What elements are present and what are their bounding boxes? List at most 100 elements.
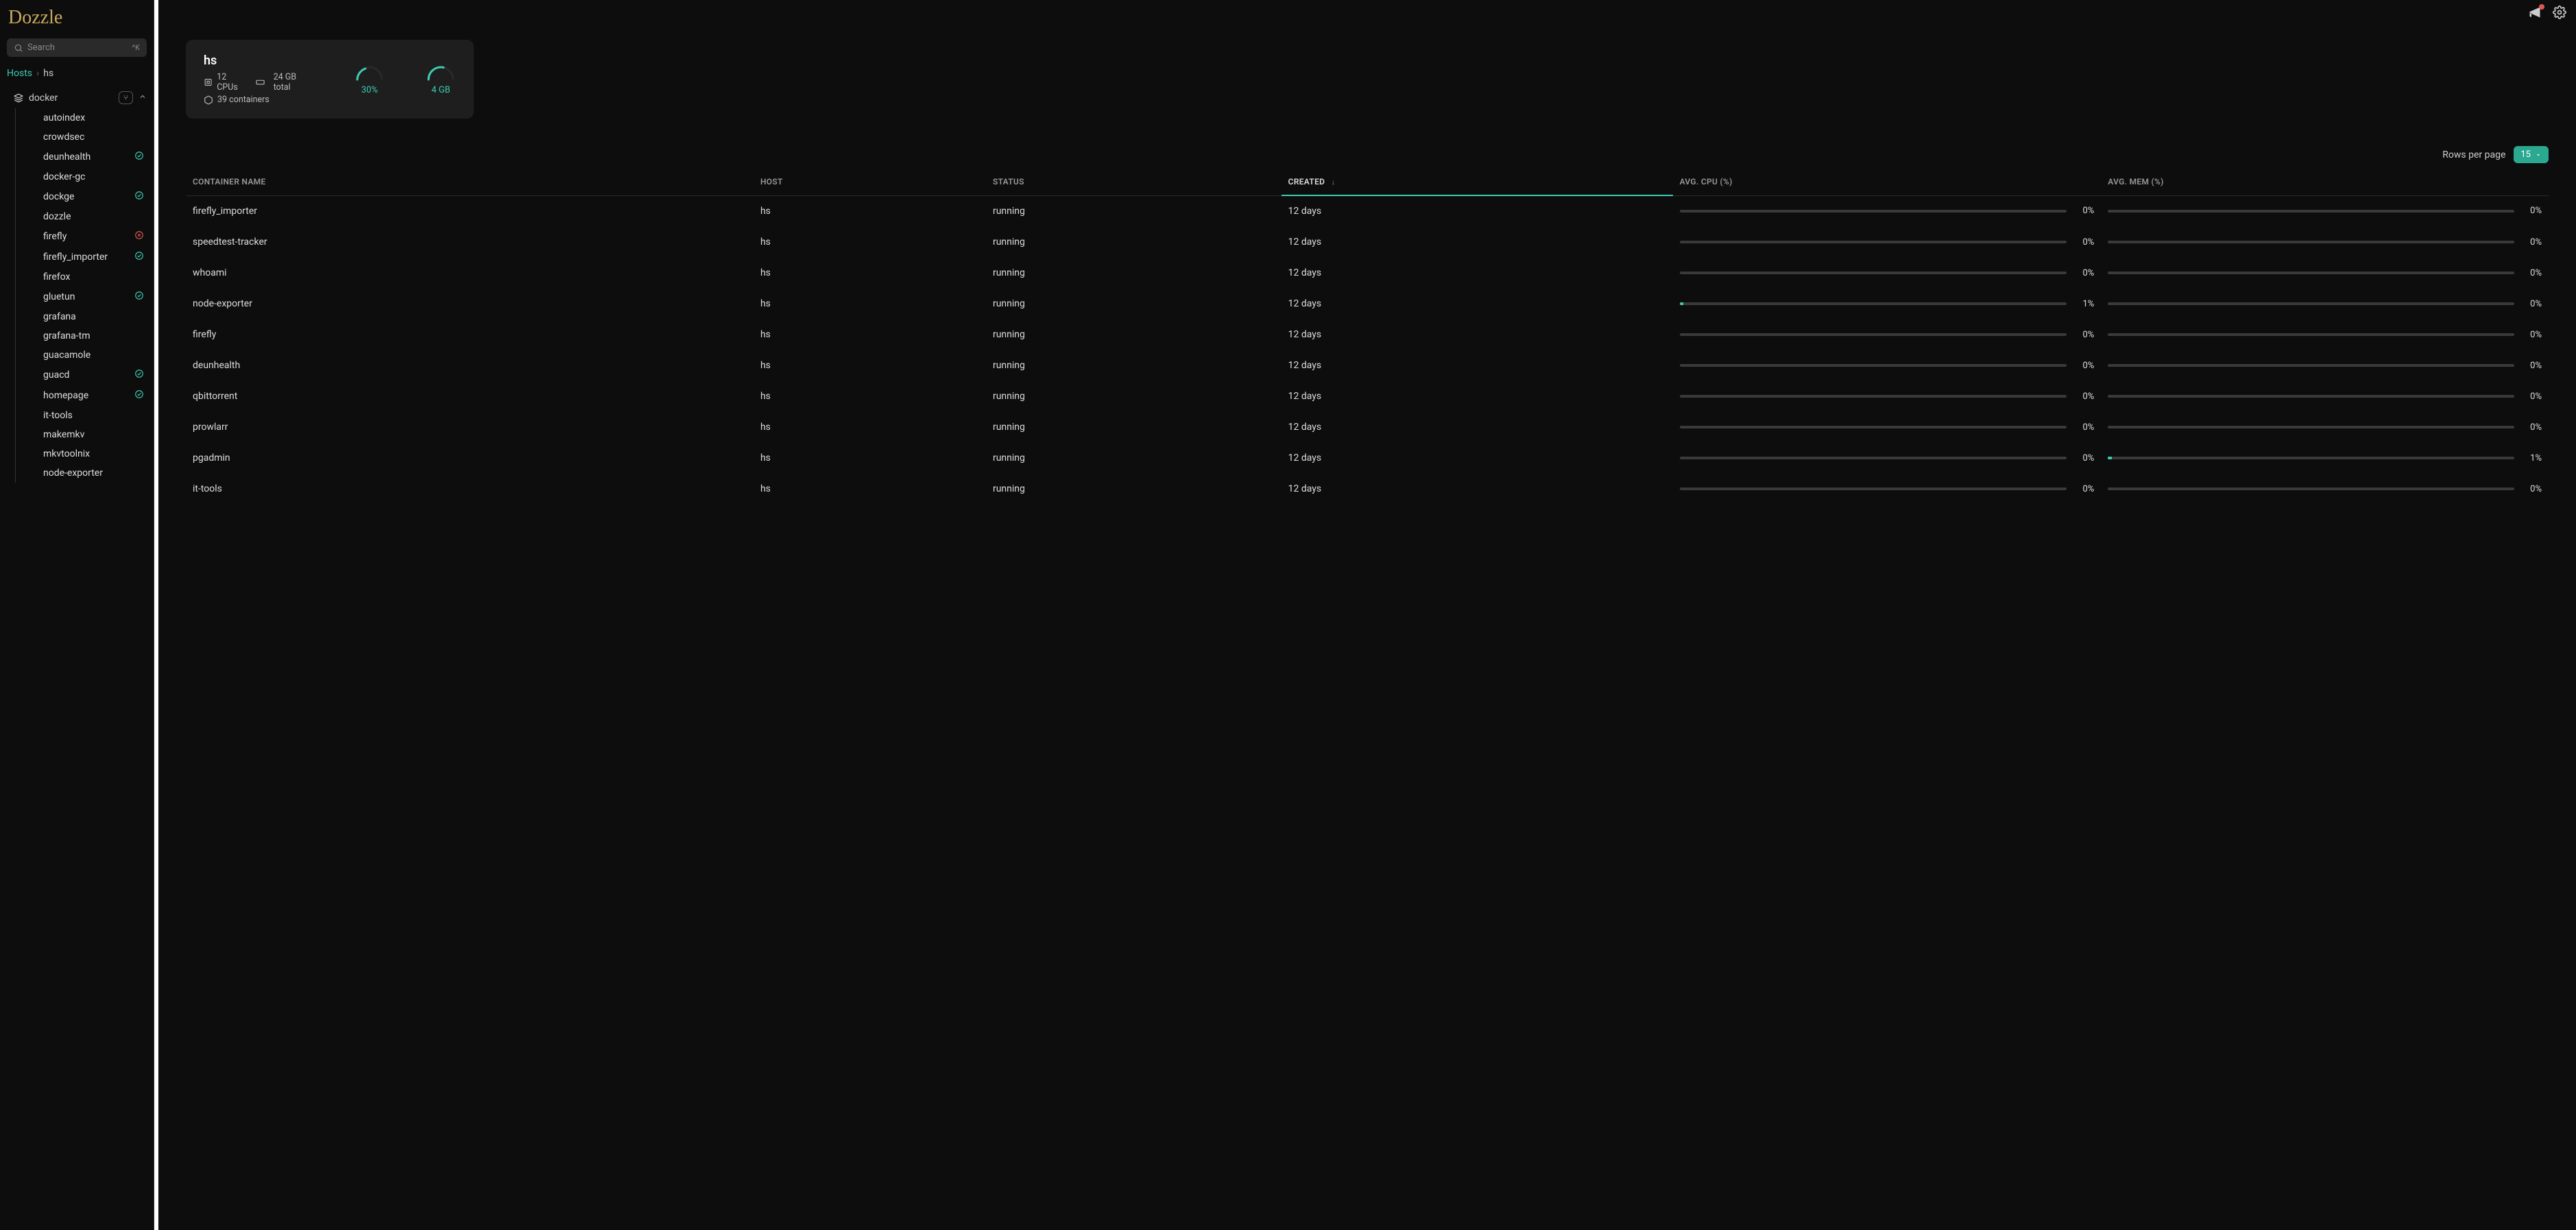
cell-host: hs — [754, 289, 986, 319]
cell-status: running — [986, 443, 1281, 474]
cell-cpu: 0% — [1673, 474, 2102, 505]
cell-host: hs — [754, 443, 986, 474]
sidebar-item-node-exporter[interactable]: node-exporter — [29, 463, 154, 483]
cell-cpu: 0% — [1673, 195, 2102, 227]
sidebar-item-gluetun[interactable]: gluetun — [29, 287, 154, 307]
rows-per-page-select[interactable]: 15 — [2514, 146, 2549, 163]
cell-cpu: 0% — [1673, 350, 2102, 381]
announcements-icon[interactable] — [2528, 5, 2542, 22]
progress-bar — [2108, 457, 2514, 459]
sidebar-item-firefox[interactable]: firefox — [29, 267, 154, 287]
sidebar-item-firefly[interactable]: firefly — [29, 226, 154, 247]
pct-value: 0% — [2073, 206, 2094, 216]
sidebar-item-label: homepage — [43, 390, 88, 401]
col-mem[interactable]: AVG. MEM (%) — [2101, 169, 2549, 195]
sidebar-item-firefly_importer[interactable]: firefly_importer — [29, 247, 154, 267]
cell-created: 12 days — [1281, 443, 1673, 474]
sidebar-item-label: guacamole — [43, 350, 91, 361]
table-row[interactable]: deunhealthhsrunning12 days0%0% — [186, 350, 2549, 381]
cell-status: running — [986, 381, 1281, 412]
progress-bar — [2108, 364, 2514, 367]
sidebar-item-guacamole[interactable]: guacamole — [29, 346, 154, 365]
table-row[interactable]: qbittorrenthsrunning12 days0%0% — [186, 381, 2549, 412]
main-content: hs 12 CPUs 24 GB total 39 containers — [158, 0, 2576, 1230]
mem-gauge-label: 4 GB — [431, 85, 450, 95]
search-input[interactable]: Search ^K — [7, 38, 147, 57]
mem-gauge: 4 GB — [426, 63, 456, 95]
sidebar-item-grafana-tm[interactable]: grafana-tm — [29, 326, 154, 346]
table-row[interactable]: fireflyhsrunning12 days0%0% — [186, 319, 2549, 350]
table-row[interactable]: node-exporterhsrunning12 days1%0% — [186, 289, 2549, 319]
sidebar-item-makemkv[interactable]: makemkv — [29, 425, 154, 444]
cell-cpu: 0% — [1673, 227, 2102, 258]
table-row[interactable]: whoamihsrunning12 days0%0% — [186, 258, 2549, 289]
cell-name: it-tools — [186, 474, 754, 505]
host-mem-total: 24 GB total — [274, 72, 313, 93]
sidebar-item-homepage[interactable]: homepage — [29, 385, 154, 406]
pct-value: 0% — [2073, 422, 2094, 433]
col-cpu[interactable]: AVG. CPU (%) — [1673, 169, 2102, 195]
sidebar-item-autoindex[interactable]: autoindex — [29, 108, 154, 128]
col-container-name[interactable]: CONTAINER NAME — [186, 169, 754, 195]
cell-cpu: 1% — [1673, 289, 2102, 319]
cell-created: 12 days — [1281, 474, 1673, 505]
cell-name: pgadmin — [186, 443, 754, 474]
merge-badge[interactable]: ⑂ — [119, 91, 133, 104]
cell-status: running — [986, 258, 1281, 289]
sidebar-item-it-tools[interactable]: it-tools — [29, 406, 154, 425]
sidebar-item-label: docker-gc — [43, 171, 85, 182]
host-cpus: 12 CPUs — [217, 72, 248, 93]
sidebar-item-guacd[interactable]: guacd — [29, 365, 154, 385]
app-logo[interactable]: Dozzle — [0, 0, 154, 38]
table-row[interactable]: prowlarrhsrunning12 days0%0% — [186, 412, 2549, 443]
table-row[interactable]: it-toolshsrunning12 days0%0% — [186, 474, 2549, 505]
cell-name: firefly — [186, 319, 754, 350]
rows-per-page-value: 15 — [2520, 149, 2531, 160]
settings-icon[interactable] — [2553, 5, 2566, 22]
sidebar-item-grafana[interactable]: grafana — [29, 307, 154, 326]
pct-value: 0% — [2521, 299, 2542, 309]
progress-bar — [1680, 457, 2067, 459]
cell-name: whoami — [186, 258, 754, 289]
cell-cpu: 0% — [1673, 412, 2102, 443]
progress-bar — [2108, 272, 2514, 274]
cell-status: running — [986, 474, 1281, 505]
cpu-icon — [204, 77, 213, 87]
check-circle-icon — [134, 291, 144, 303]
cell-mem: 0% — [2101, 412, 2549, 443]
check-circle-icon — [134, 251, 144, 263]
cell-created: 12 days — [1281, 319, 1673, 350]
x-circle-icon — [134, 230, 144, 243]
col-host[interactable]: HOST — [754, 169, 986, 195]
cell-mem: 0% — [2101, 289, 2549, 319]
col-created[interactable]: CREATED ↓ — [1281, 169, 1673, 195]
sidebar-item-mkvtoolnix[interactable]: mkvtoolnix — [29, 444, 154, 463]
sidebar-item-label: it-tools — [43, 410, 73, 421]
cell-created: 12 days — [1281, 350, 1673, 381]
table-row[interactable]: pgadminhsrunning12 days0%1% — [186, 443, 2549, 474]
sidebar-item-crowdsec[interactable]: crowdsec — [29, 128, 154, 147]
breadcrumb-current: hs — [43, 68, 53, 79]
table-row[interactable]: speedtest-trackerhsrunning12 days0%0% — [186, 227, 2549, 258]
pct-value: 0% — [2073, 268, 2094, 278]
sidebar-item-docker-gc[interactable]: docker-gc — [29, 167, 154, 186]
col-status[interactable]: STATUS — [986, 169, 1281, 195]
breadcrumb-root[interactable]: Hosts — [7, 68, 32, 79]
sidebar-item-dockge[interactable]: dockge — [29, 186, 154, 207]
check-circle-icon — [134, 151, 144, 163]
cell-status: running — [986, 289, 1281, 319]
cell-host: hs — [754, 258, 986, 289]
sidebar-item-dozzle[interactable]: dozzle — [29, 207, 154, 226]
chevron-up-icon — [139, 93, 147, 104]
sidebar-item-deunhealth[interactable]: deunhealth — [29, 147, 154, 167]
sort-desc-icon: ↓ — [1332, 178, 1336, 186]
search-icon — [14, 43, 23, 53]
sidebar-item-label: mkvtoolnix — [43, 448, 90, 459]
group-header-docker[interactable]: docker ⑂ — [0, 87, 154, 108]
pct-value: 0% — [2073, 330, 2094, 340]
table-row[interactable]: firefly_importerhsrunning12 days0%0% — [186, 195, 2549, 227]
cell-created: 12 days — [1281, 227, 1673, 258]
host-card[interactable]: hs 12 CPUs 24 GB total 39 containers — [186, 40, 474, 119]
cell-mem: 0% — [2101, 319, 2549, 350]
group-name: docker — [29, 93, 58, 104]
